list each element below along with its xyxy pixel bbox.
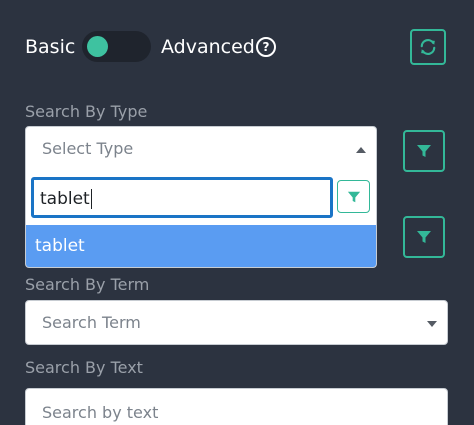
text-search-input[interactable]: Search by text [25,388,448,425]
type-search-input[interactable]: tablet [31,177,333,218]
text-search-placeholder: Search by text [42,403,159,422]
mode-toggle-switch[interactable] [82,31,151,62]
dropdown-filter-button[interactable] [337,180,370,213]
search-by-type-label: Search By Type [25,102,148,121]
type-filter-button[interactable] [403,130,445,172]
search-panel: Basic Advanced ? Search By Type Select T… [0,0,474,425]
search-by-term-label: Search By Term [25,275,150,294]
refresh-icon [420,39,436,55]
caret-down-icon [427,321,437,327]
filter-icon [417,145,431,157]
type-dropdown-panel: tablet tablet [25,170,377,268]
basic-label: Basic [25,36,76,58]
type-select[interactable]: Select Type [25,126,377,171]
term-select-placeholder: Search Term [42,313,141,332]
advanced-label: Advanced [161,36,255,58]
refresh-button[interactable] [410,29,446,65]
term-select[interactable]: Search Term [25,300,448,345]
type-search-value: tablet [40,189,92,209]
filter-icon [347,191,360,202]
caret-up-icon [356,147,366,153]
filter-icon [417,231,431,243]
toggle-knob [87,36,108,57]
search-by-text-label: Search By Text [25,358,143,377]
second-filter-button[interactable] [403,216,445,258]
dropdown-option-tablet[interactable]: tablet [26,225,376,267]
type-select-placeholder: Select Type [42,139,134,158]
help-icon[interactable]: ? [256,37,276,57]
